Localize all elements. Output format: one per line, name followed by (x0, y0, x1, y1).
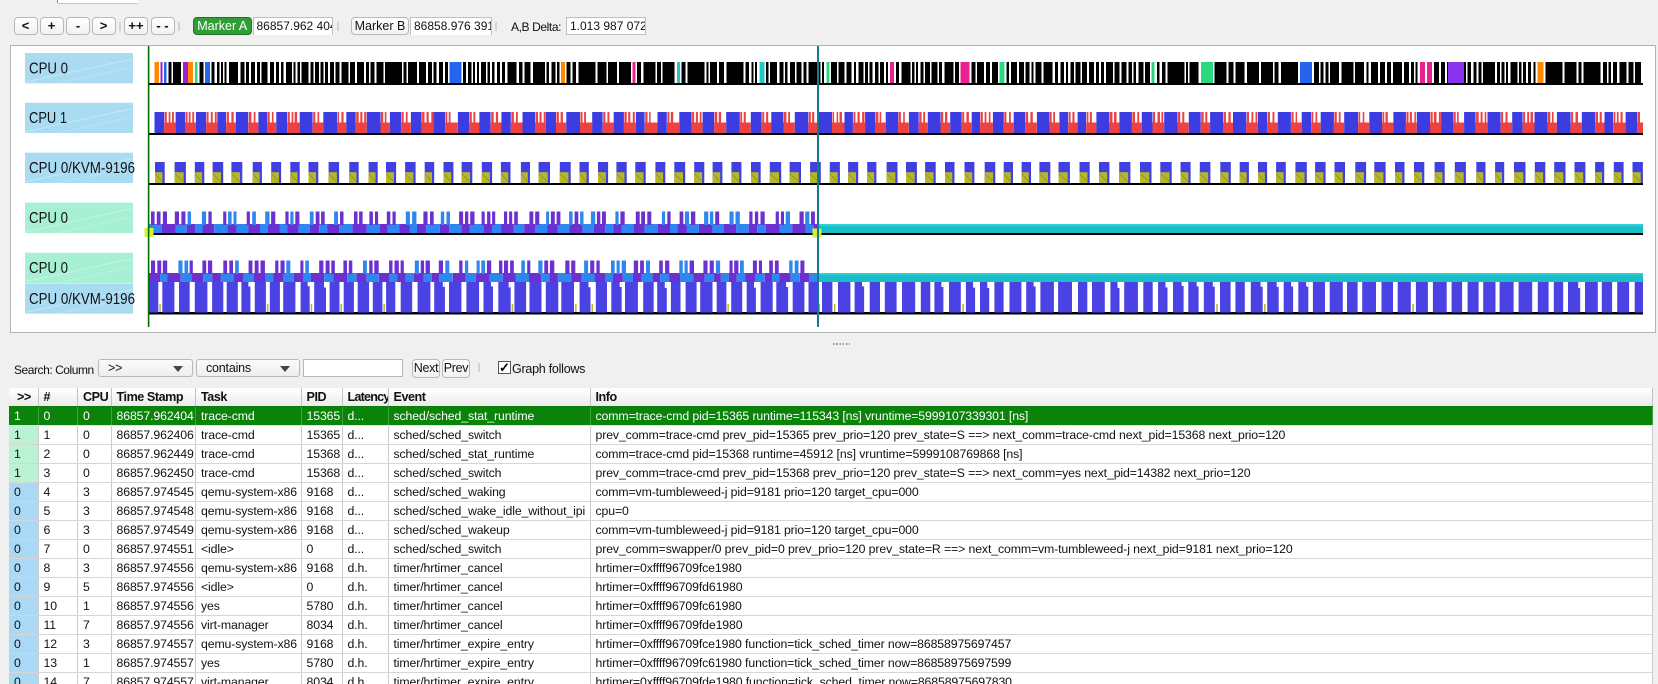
svg-text:CPU 0: CPU 0 (29, 260, 68, 277)
svg-text:CPU 0/KVM-9196: CPU 0/KVM-9196 (29, 291, 135, 308)
svg-text:CPU 0: CPU 0 (29, 61, 68, 78)
svg-text:CPU 0: CPU 0 (29, 210, 68, 227)
svg-text:CPU 1: CPU 1 (29, 110, 67, 127)
svg-text:CPU 0/KVM-9196: CPU 0/KVM-9196 (29, 160, 135, 177)
